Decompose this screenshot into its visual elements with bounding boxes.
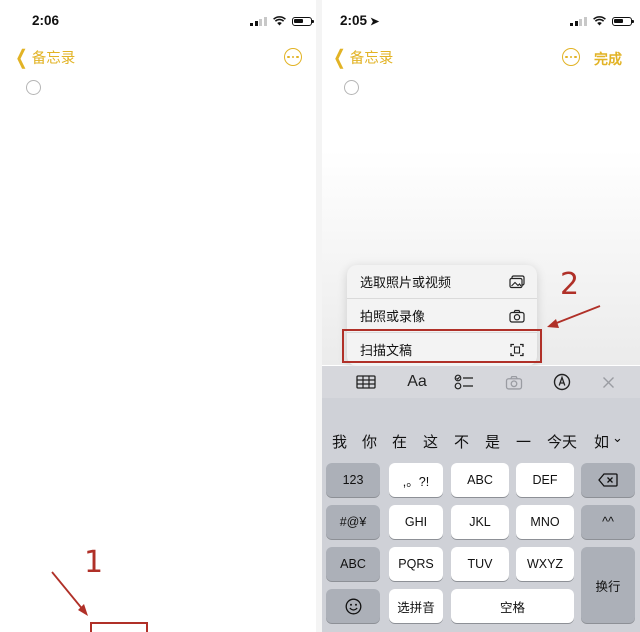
candidate-word[interactable]: 我 bbox=[332, 431, 347, 452]
key-def[interactable]: DEF bbox=[516, 463, 574, 497]
return-key[interactable]: 换行 bbox=[581, 547, 635, 623]
key-emoticon[interactable]: ^^ bbox=[581, 505, 635, 539]
markup-pen-icon bbox=[553, 373, 571, 391]
delete-key[interactable] bbox=[581, 463, 635, 497]
emoji-icon bbox=[345, 598, 361, 614]
text-format-icon: Aa bbox=[407, 373, 427, 390]
key-wxyz[interactable]: WXYZ bbox=[516, 547, 574, 581]
candidate-word[interactable]: 在 bbox=[392, 431, 407, 452]
expand-candidates-chevron-icon[interactable]: ⌄ bbox=[612, 430, 623, 446]
annotation-arrow-1 bbox=[51, 571, 88, 616]
close-toolbar-button[interactable] bbox=[596, 366, 620, 398]
key-123[interactable]: 123 bbox=[326, 463, 380, 497]
space-key[interactable]: 空格 bbox=[451, 589, 574, 623]
close-icon bbox=[602, 376, 614, 388]
right-notes-screen: 2:05 ➤ ❮ 备忘录 完成 选取照片或视频 拍照或录像 扫描文稿 2 Aa … bbox=[322, 0, 640, 632]
left-notes-screen: 2:06 ❮ 备忘录 1 bbox=[0, 0, 316, 632]
checklist-button[interactable] bbox=[452, 366, 476, 398]
delete-backspace-icon bbox=[598, 473, 618, 487]
key-abc-letters[interactable]: ABC bbox=[451, 463, 509, 497]
candidate-word[interactable]: 这 bbox=[423, 431, 438, 452]
candidate-word[interactable]: 今天 bbox=[547, 431, 577, 452]
markup-button[interactable] bbox=[550, 366, 574, 398]
candidate-word[interactable]: 是 bbox=[485, 431, 500, 452]
camera-button[interactable] bbox=[502, 366, 526, 398]
emoji-key[interactable] bbox=[326, 589, 380, 623]
key-abc-switch[interactable]: ABC bbox=[326, 547, 380, 581]
text-format-button[interactable]: Aa bbox=[402, 366, 432, 398]
key-symbols[interactable]: #@¥ bbox=[326, 505, 380, 539]
table-button[interactable] bbox=[354, 366, 378, 398]
key-tuv[interactable]: TUV bbox=[451, 547, 509, 581]
camera-icon bbox=[505, 375, 523, 390]
table-icon bbox=[356, 375, 376, 389]
checklist-icon bbox=[454, 374, 473, 390]
candidate-word[interactable]: 一 bbox=[516, 431, 531, 452]
key-select-pinyin[interactable]: 选拼音 bbox=[389, 589, 443, 623]
key-ghi[interactable]: GHI bbox=[389, 505, 443, 539]
annotation-box-1 bbox=[90, 622, 148, 632]
key-jkl[interactable]: JKL bbox=[451, 505, 509, 539]
key-punctuation[interactable]: ,。?! bbox=[389, 463, 443, 497]
candidate-word[interactable]: 你 bbox=[362, 431, 377, 452]
candidate-word[interactable]: 不 bbox=[454, 431, 469, 452]
candidate-bar: 我 你 在 这 不 是 一 今天 如 ⌄ bbox=[322, 430, 640, 455]
format-toolbar: Aa bbox=[322, 366, 640, 398]
key-mno[interactable]: MNO bbox=[516, 505, 574, 539]
candidate-word[interactable]: 如 bbox=[594, 431, 609, 452]
key-pqrs[interactable]: PQRS bbox=[389, 547, 443, 581]
